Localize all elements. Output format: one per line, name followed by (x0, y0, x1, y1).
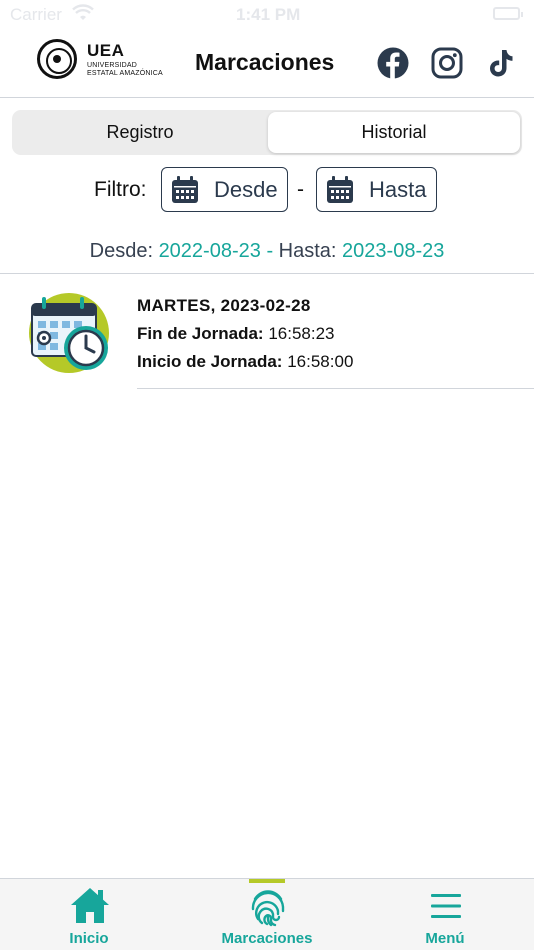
tab-marcaciones[interactable]: Marcaciones (178, 879, 356, 950)
tab-registro[interactable]: Registro (14, 112, 266, 153)
calendar-icon (327, 175, 353, 203)
wifi-icon (72, 4, 94, 20)
university-logo: UEA UNIVERSIDAD ESTATAL AMAZÓNICA (37, 39, 163, 79)
instagram-icon[interactable] (431, 47, 463, 79)
tab-inicio[interactable]: Inicio (0, 879, 178, 950)
logo-abbreviation: UEA (87, 40, 125, 60)
fingerprint-icon (251, 890, 285, 927)
battery-icon (493, 7, 523, 20)
record-date: MARTES, 2023-02-28 (137, 296, 311, 315)
calendar-clock-icon (29, 293, 109, 373)
filter-row: Filtro: Desde - Hasta (0, 167, 534, 213)
active-tab-indicator (249, 879, 285, 883)
tab-menu-label: Menú (425, 930, 465, 947)
bottom-tab-bar: Inicio Marcaciones Menú (0, 878, 534, 950)
menu-icon (431, 894, 461, 918)
range-from-label: Desde: (89, 240, 153, 262)
status-bar: Carrier 1:41 PM (0, 0, 534, 30)
home-icon (71, 888, 109, 923)
record-end-line: Fin de Jornada: 16:58:23 (137, 324, 335, 344)
filter-separator: - (297, 178, 304, 201)
range-dash: - (266, 240, 274, 262)
divider (137, 388, 534, 389)
record-end-label: Fin de Jornada: (137, 324, 264, 343)
from-date-label: Desde (214, 176, 278, 202)
record-start-label: Inicio de Jornada: (137, 352, 283, 371)
filter-label: Filtro: (94, 178, 147, 201)
list-item[interactable]: MARTES, 2023-02-28 Fin de Jornada: 16:58… (0, 274, 534, 390)
page-title: Marcaciones (195, 49, 335, 75)
tab-historial[interactable]: Historial (268, 112, 520, 153)
tiktok-icon[interactable] (485, 47, 517, 79)
range-from-value: 2022-08-23 (158, 240, 261, 262)
tab-marcaciones-label: Marcaciones (221, 930, 313, 947)
record-end-value: 16:58:23 (268, 324, 335, 343)
to-date-label: Hasta (369, 176, 427, 202)
from-date-button[interactable]: Desde (161, 167, 288, 212)
calendar-icon (172, 175, 198, 203)
logo-name-line2: ESTATAL AMAZÓNICA (87, 69, 163, 77)
tab-inicio-label: Inicio (69, 930, 109, 947)
date-range-summary: Desde: 2022-08-23 - Hasta: 2023-08-23 (0, 240, 534, 263)
tab-menu[interactable]: Menú (356, 879, 534, 950)
registro-historial-segmented-control: Registro Historial (12, 110, 522, 155)
facebook-icon[interactable] (377, 47, 409, 79)
record-start-value: 16:58:00 (287, 352, 354, 371)
clock-label: 1:41 PM (236, 5, 301, 24)
range-to-value: 2023-08-23 (342, 240, 445, 262)
range-to-label: Hasta: (278, 240, 337, 262)
record-start-line: Inicio de Jornada: 16:58:00 (137, 352, 353, 372)
to-date-button[interactable]: Hasta (316, 167, 437, 212)
university-seal-icon (37, 39, 77, 79)
logo-name-line1: UNIVERSIDAD (87, 61, 138, 69)
app-header: UEA UNIVERSIDAD ESTATAL AMAZÓNICA Marcac… (0, 30, 534, 98)
carrier-label: Carrier (10, 5, 62, 24)
